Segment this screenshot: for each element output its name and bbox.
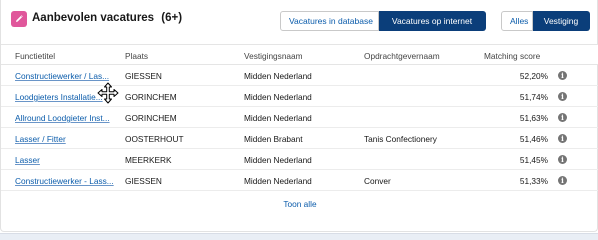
vacancies-database-button[interactable]: Vacatures in database <box>280 11 379 31</box>
score-cell: 51,33% <box>519 176 548 186</box>
card-header: Aanbevolen vacatures (6+) Vacatures in d… <box>1 0 598 40</box>
card-title: Aanbevolen vacatures (6+) <box>32 12 182 24</box>
info-icon[interactable]: i <box>558 155 567 164</box>
branch-cell: Midden Nederland <box>244 92 312 102</box>
move-cursor-icon <box>97 82 119 104</box>
branch-cell: Midden Brabant <box>244 134 303 144</box>
branch-cell: Midden Nederland <box>244 176 312 186</box>
table-row: Allround Loodgieter Inst... GORINCHEM Mi… <box>1 107 598 128</box>
info-icon[interactable]: i <box>558 134 567 143</box>
table-row: Lasser MEERKERK Midden Nederland 51,45% … <box>1 149 598 170</box>
vacancy-title-link[interactable]: Constructiewerker - Lass... <box>15 176 116 186</box>
scope-toggle: Alles Vestiging <box>501 11 590 31</box>
vacancy-title-link[interactable]: Lasser <box>15 155 116 165</box>
branch-cell: Midden Nederland <box>244 155 312 165</box>
all-button[interactable]: Alles <box>501 11 533 31</box>
score-cell: 51,63% <box>519 113 548 123</box>
branch-button[interactable]: Vestiging <box>533 11 590 31</box>
source-toggle: Vacatures in database Vacatures op inter… <box>280 11 486 31</box>
place-cell: GORINCHEM <box>125 113 177 123</box>
score-cell: 51,46% <box>519 134 548 144</box>
table-row: Constructiewerker / Las... GIESSEN Midde… <box>1 65 598 86</box>
card-title-count: (6+) <box>161 12 183 24</box>
info-icon[interactable]: i <box>558 92 567 101</box>
vacancy-title-link[interactable]: Allround Loodgieter Inst... <box>15 113 116 123</box>
score-cell: 52,20% <box>519 71 548 81</box>
recommended-vacancies-card: Aanbevolen vacatures (6+) Vacatures in d… <box>0 0 598 232</box>
client-cell: Conver <box>364 176 391 186</box>
branch-cell: Midden Nederland <box>244 71 312 81</box>
info-icon[interactable]: i <box>558 176 567 185</box>
info-icon[interactable]: i <box>558 71 567 80</box>
place-cell: MEERKERK <box>125 155 172 165</box>
branch-cell: Midden Nederland <box>244 113 312 123</box>
info-icon[interactable]: i <box>558 113 567 122</box>
vacancies-internet-button[interactable]: Vacatures op internet <box>379 11 486 31</box>
vacancies-table: Functietitel Plaats Vestigingsnaam Opdra… <box>1 44 598 191</box>
place-cell: OOSTERHOUT <box>125 134 184 144</box>
place-cell: GIESSEN <box>125 176 162 186</box>
vacancy-title-link[interactable]: Lasser / Fitter <box>15 134 116 144</box>
column-header-score[interactable]: Matching score <box>484 51 540 61</box>
table-header: Functietitel Plaats Vestigingsnaam Opdra… <box>1 44 598 65</box>
score-cell: 51,45% <box>519 155 548 165</box>
score-cell: 51,74% <box>519 92 548 102</box>
pencil-glyph <box>16 15 23 22</box>
column-header-branch[interactable]: Vestigingsnaam <box>244 51 303 61</box>
client-cell: Tanis Confectionery <box>364 134 437 144</box>
place-cell: GORINCHEM <box>125 92 177 102</box>
page-footer-strip <box>0 233 598 240</box>
table-row: Loodgieters Installatie... GORINCHEM Mid… <box>1 86 598 107</box>
edit-icon <box>11 11 27 27</box>
place-cell: GIESSEN <box>125 71 162 81</box>
vacancy-title-link[interactable]: Constructiewerker / Las... <box>15 71 116 81</box>
column-header-place[interactable]: Plaats <box>125 51 148 61</box>
column-header-client[interactable]: Opdrachtgevernaam <box>364 51 440 61</box>
column-header-title[interactable]: Functietitel <box>15 51 55 61</box>
card-title-text: Aanbevolen vacatures <box>32 12 155 24</box>
show-all-link[interactable]: Toon alle <box>1 199 598 209</box>
table-row: Constructiewerker - Lass... GIESSEN Midd… <box>1 170 598 191</box>
table-row: Lasser / Fitter OOSTERHOUT Midden Braban… <box>1 128 598 149</box>
